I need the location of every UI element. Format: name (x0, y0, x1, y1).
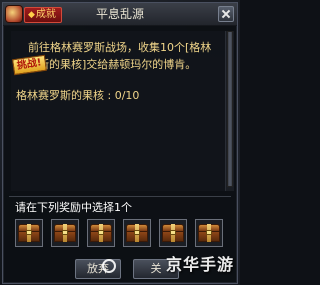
site-watermark: 京华手游 (165, 255, 234, 274)
reward-item[interactable] (87, 219, 115, 247)
reward-item[interactable] (195, 219, 223, 247)
reward-item[interactable] (159, 219, 187, 247)
quest-progress: 格林赛罗斯的果核 : 0/10 (16, 89, 140, 102)
treasure-chest-icon (54, 224, 76, 242)
reward-item[interactable] (123, 219, 151, 247)
treasure-chest-icon (90, 224, 112, 242)
content-scrollbar[interactable] (225, 31, 234, 191)
section-divider (9, 196, 231, 197)
scroll-thumb[interactable] (227, 31, 233, 187)
treasure-chest-icon (162, 224, 184, 242)
reward-prompt: 请在下列奖励中选择1个 (15, 201, 132, 214)
dialog-titlebar: ◆成就 平息乱源 (3, 3, 237, 26)
reward-item[interactable] (15, 219, 43, 247)
reward-list (15, 219, 229, 247)
treasure-chest-icon (198, 224, 220, 242)
close-button[interactable] (218, 6, 234, 22)
quest-dialog: ◆成就 平息乱源 前往格林赛罗斯战场，收集10个[格林赛罗斯的果核]交给赫顿玛尔… (2, 2, 238, 284)
quest-content-panel: 前往格林赛罗斯战场，收集10个[格林赛罗斯的果核]交给赫顿玛尔的博肯。 挑战! … (11, 31, 229, 191)
dialog-title: 平息乱源 (95, 7, 144, 21)
treasure-chest-icon (126, 224, 148, 242)
reward-item[interactable] (51, 219, 79, 247)
treasure-chest-icon (18, 224, 40, 242)
